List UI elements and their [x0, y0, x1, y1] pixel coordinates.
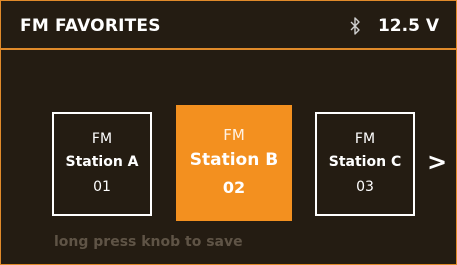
page-title: FM FAVORITES — [20, 16, 161, 36]
station-band: FM — [354, 131, 376, 147]
station-number: 03 — [356, 179, 374, 195]
station-name: Station A — [65, 154, 139, 170]
station-band: FM — [223, 126, 245, 144]
station-number: 01 — [93, 179, 111, 195]
station-name: Station C — [328, 154, 402, 170]
bluetooth-icon — [350, 17, 360, 35]
next-arrow-icon[interactable]: > — [427, 148, 447, 176]
station-band: FM — [91, 131, 113, 147]
station-card-a[interactable]: FM Station A 01 — [52, 112, 152, 216]
station-name: Station B — [189, 150, 279, 170]
fm-favorites-screen: FM FAVORITES 12.5 V FM Station A 01 FM S… — [0, 0, 457, 265]
voltage-readout: 12.5 V — [377, 16, 439, 36]
station-number: 02 — [222, 178, 246, 197]
save-hint: long press knob to save — [54, 234, 243, 250]
station-card-b-selected[interactable]: FM Station B 02 — [176, 105, 292, 221]
header-bar: FM FAVORITES 12.5 V — [1, 1, 456, 50]
station-card-c[interactable]: FM Station C 03 — [315, 112, 415, 216]
